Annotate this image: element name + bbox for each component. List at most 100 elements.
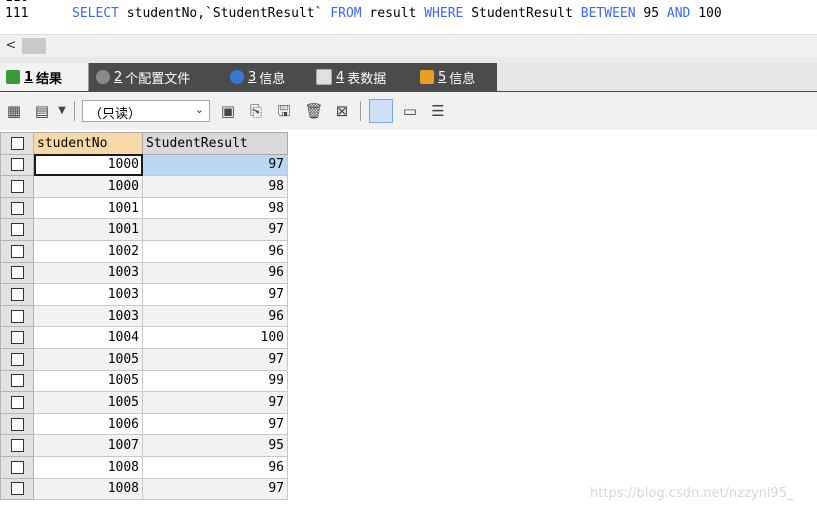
row-checkbox[interactable] — [0, 369, 34, 393]
cell-studentresult[interactable]: 100 — [142, 326, 288, 349]
row-checkbox[interactable] — [0, 391, 34, 414]
cell-studentresult[interactable]: 97 — [142, 391, 288, 414]
checkbox-icon — [10, 395, 24, 409]
table-row[interactable]: 1003 96 — [0, 304, 288, 328]
row-checkbox[interactable] — [0, 239, 34, 263]
cell-studentresult[interactable]: 99 — [142, 369, 288, 393]
tab-profile[interactable]: 2 个配置文件 — [90, 63, 216, 91]
grid-view-icon[interactable] — [369, 99, 393, 123]
select-all-checkbox[interactable] — [0, 132, 34, 155]
info-warning-icon — [420, 70, 434, 84]
table-row[interactable]: 1008 96 — [0, 455, 288, 479]
tab-table-data[interactable]: 4 表数据 — [310, 63, 408, 91]
table-row[interactable]: 1001 97 — [0, 218, 288, 241]
editor-horizontal-scrollbar[interactable]: < — [0, 34, 817, 57]
chevron-down-icon[interactable]: ▼ — [52, 101, 72, 121]
cell-studentno[interactable]: 1003 — [33, 304, 143, 328]
row-checkbox[interactable] — [0, 261, 34, 285]
cell-studentresult[interactable]: 96 — [142, 304, 288, 328]
import-icon[interactable]: ▤ — [32, 101, 52, 121]
row-checkbox[interactable] — [0, 153, 34, 177]
tab-info[interactable]: 3 信息 — [224, 63, 306, 91]
cell-studentno[interactable]: 1001 — [33, 218, 143, 241]
form-view-icon[interactable]: ▭ — [400, 101, 420, 121]
cell-studentno[interactable]: 1002 — [33, 239, 143, 263]
row-checkbox[interactable] — [0, 412, 34, 436]
toolbar-divider — [360, 101, 361, 121]
cell-studentresult[interactable]: 98 — [142, 196, 288, 220]
checkbox-icon — [10, 309, 24, 323]
row-checkbox[interactable] — [0, 175, 34, 198]
cell-studentno[interactable]: 1004 — [33, 326, 143, 349]
cell-studentno[interactable]: 1005 — [33, 347, 143, 371]
row-checkbox[interactable] — [0, 196, 34, 220]
sql-text: StudentResult — [463, 6, 581, 21]
cell-studentno[interactable]: 1001 — [33, 196, 143, 220]
save-copy-icon[interactable]: ⎘ — [246, 101, 266, 121]
table-row[interactable]: 1000 97 — [0, 153, 288, 177]
cell-studentresult[interactable]: 97 — [142, 347, 288, 371]
cell-studentno[interactable]: 1003 — [33, 261, 143, 285]
cell-studentresult[interactable]: 97 — [142, 477, 288, 501]
info-icon — [230, 70, 244, 84]
table-row[interactable]: 1002 96 — [0, 239, 288, 263]
table-data-icon — [316, 69, 332, 85]
table-row[interactable]: 1003 97 — [0, 283, 288, 306]
cell-studentno[interactable]: 1005 — [33, 369, 143, 393]
delete-icon[interactable]: 🗑 — [304, 101, 324, 121]
table-row[interactable]: 1004 100 — [0, 326, 288, 349]
table-row[interactable]: 1006 97 — [0, 412, 288, 436]
table-row[interactable]: 1007 95 — [0, 434, 288, 457]
tab-info-2[interactable]: 5 信息 — [414, 63, 496, 91]
row-checkbox[interactable] — [0, 434, 34, 457]
table-row[interactable]: 1005 97 — [0, 391, 288, 414]
cell-studentresult[interactable]: 97 — [142, 153, 288, 177]
row-checkbox[interactable] — [0, 347, 34, 371]
cell-studentno[interactable]: 1003 — [33, 283, 143, 306]
cell-studentno[interactable]: 1006 — [33, 412, 143, 436]
table-row[interactable]: 1005 99 — [0, 369, 288, 393]
table-row[interactable]: 1001 98 — [0, 196, 288, 220]
cell-studentno[interactable]: 1005 — [33, 391, 143, 414]
text-view-icon[interactable]: ☰ — [428, 101, 448, 121]
add-row-icon[interactable]: ▦ — [4, 101, 24, 121]
column-header-studentresult[interactable]: StudentResult — [142, 132, 288, 155]
scroll-left-arrow-icon[interactable]: < — [2, 37, 20, 55]
tab-results[interactable]: 1 结果 — [0, 63, 89, 91]
disk-icon[interactable]: 🖫 — [274, 101, 294, 121]
cell-studentresult[interactable]: 95 — [142, 434, 288, 457]
cell-studentno[interactable]: 1000 — [33, 153, 143, 177]
sql-keyword: WHERE — [424, 6, 464, 21]
table-row[interactable]: 1005 97 — [0, 347, 288, 371]
cancel-icon[interactable]: ⊠ — [332, 101, 352, 121]
result-grid[interactable]: studentNo StudentResult 1000 97 1000 98 1001… — [0, 132, 288, 501]
checkbox-icon — [10, 374, 24, 388]
checkbox-icon — [10, 223, 24, 237]
table-row[interactable]: 1000 98 — [0, 175, 288, 198]
row-checkbox[interactable] — [0, 304, 34, 328]
row-checkbox[interactable] — [0, 455, 34, 479]
row-checkbox[interactable] — [0, 326, 34, 349]
row-checkbox[interactable] — [0, 283, 34, 306]
save-icon[interactable]: ▣ — [218, 101, 238, 121]
cell-studentresult[interactable]: 98 — [142, 175, 288, 198]
row-checkbox[interactable] — [0, 218, 34, 241]
cell-studentno[interactable]: 1008 — [33, 455, 143, 479]
cell-studentresult[interactable]: 97 — [142, 218, 288, 241]
scroll-thumb[interactable] — [22, 38, 46, 54]
table-row[interactable]: 1008 97 — [0, 477, 288, 501]
cell-studentresult[interactable]: 97 — [142, 283, 288, 306]
cell-studentno[interactable]: 1000 — [33, 175, 143, 198]
sql-editor[interactable]: 110 111 SELECT studentNo,`StudentResult`… — [0, 0, 817, 34]
row-checkbox[interactable] — [0, 477, 34, 501]
cell-studentresult[interactable]: 96 — [142, 239, 288, 263]
cell-studentno[interactable]: 1007 — [33, 434, 143, 457]
cell-studentno[interactable]: 1008 — [33, 477, 143, 501]
sql-query-line[interactable]: SELECT studentNo,`StudentResult` FROM re… — [72, 6, 722, 21]
cell-studentresult[interactable]: 96 — [142, 455, 288, 479]
cell-studentresult[interactable]: 96 — [142, 261, 288, 285]
cell-studentresult[interactable]: 97 — [142, 412, 288, 436]
column-header-studentno[interactable]: studentNo — [33, 132, 143, 155]
mode-select[interactable]: （只读） ⌄ — [82, 100, 210, 122]
table-row[interactable]: 1003 96 — [0, 261, 288, 285]
